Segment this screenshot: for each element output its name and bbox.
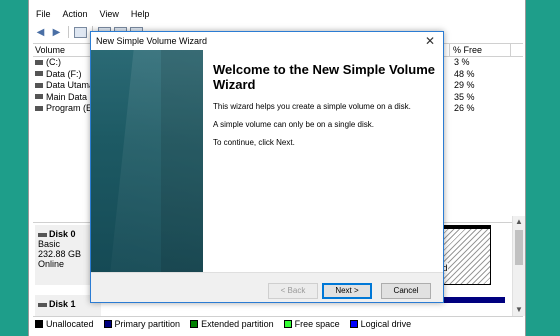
legend-label: Extended partition xyxy=(201,318,274,329)
disk-0-status: Online xyxy=(38,259,65,269)
wizard-content: Welcome to the New Simple Volume Wizard … xyxy=(213,62,435,156)
disk-0-name: Disk 0 xyxy=(38,229,98,239)
forward-arrow-icon[interactable]: ▶ xyxy=(50,26,63,38)
disk-1-name: Disk 1 xyxy=(38,299,98,309)
drive-icon xyxy=(35,105,43,111)
banner-decoration xyxy=(161,50,203,272)
legend-swatch xyxy=(35,319,43,328)
drive-icon xyxy=(35,71,43,77)
legend-label: Logical drive xyxy=(360,318,412,329)
wizard-text-3: To continue, click Next. xyxy=(213,138,295,147)
scroll-up-icon[interactable]: ▲ xyxy=(513,216,525,228)
legend-swatch xyxy=(190,319,199,328)
volume-free: 48 % xyxy=(454,68,475,79)
legend-item-free-space: Free space xyxy=(283,318,340,329)
disk-0-size: 232.88 GB xyxy=(38,249,82,259)
drive-icon xyxy=(35,94,43,100)
dialog-title: New Simple Volume Wizard xyxy=(96,36,208,46)
volume-free: 29 % xyxy=(454,80,475,90)
back-arrow-icon[interactable]: ◀ xyxy=(34,26,47,38)
volume-free: 26 % xyxy=(454,103,475,113)
volume-free: 35 % xyxy=(454,91,475,102)
legend-item-unallocated: Unallocated xyxy=(35,319,94,329)
menu-view[interactable]: View xyxy=(100,7,119,21)
legend-item-primary: Primary partition xyxy=(103,318,181,329)
legend-swatch xyxy=(283,319,292,328)
drive-icon xyxy=(35,59,43,65)
drive-icon xyxy=(35,82,43,88)
legend-item-extended: Extended partition xyxy=(190,319,274,329)
column-volume[interactable]: Volume xyxy=(33,44,95,56)
volume-free: 3 % xyxy=(454,57,470,67)
vertical-scrollbar[interactable]: ▲ ▼ xyxy=(512,216,525,316)
new-simple-volume-wizard-dialog: New Simple Volume Wizard ✕ Welcome to th… xyxy=(90,31,444,303)
cancel-button[interactable]: Cancel xyxy=(381,283,431,299)
next-button[interactable]: Next > xyxy=(322,283,372,299)
column-free-percent[interactable]: % Free xyxy=(449,44,511,57)
legend-item-logical: Logical drive xyxy=(349,318,412,329)
legend-label: Primary partition xyxy=(114,318,181,329)
legend: Unallocated Primary partition Extended p… xyxy=(33,316,523,330)
volume-name: Data (F:) xyxy=(46,68,82,79)
wizard-heading: Welcome to the New Simple Volume Wizard xyxy=(213,62,436,92)
legend-swatch xyxy=(103,319,112,328)
legend-label: Unallocated xyxy=(46,318,94,329)
dialog-button-area: < Back Next > Cancel xyxy=(91,272,443,302)
close-icon[interactable]: ✕ xyxy=(423,34,437,48)
legend-swatch xyxy=(349,319,358,328)
volume-name: Data Utama xyxy=(46,80,95,90)
legend-label: Free space xyxy=(294,318,340,329)
menu-help[interactable]: Help xyxy=(131,7,150,21)
menu-bar: File Action View Help xyxy=(29,7,149,21)
wizard-text-2: A simple volume can only be on a single … xyxy=(213,120,374,129)
console-tree-icon[interactable] xyxy=(74,26,87,38)
volume-name: (C:) xyxy=(46,57,61,67)
menu-action[interactable]: Action xyxy=(63,7,88,21)
wizard-banner-image xyxy=(91,50,203,272)
scroll-down-icon[interactable]: ▼ xyxy=(513,304,525,316)
menu-file[interactable]: File xyxy=(36,7,51,21)
scroll-thumb[interactable] xyxy=(515,230,523,265)
dialog-title-bar: New Simple Volume Wizard ✕ xyxy=(91,32,443,50)
toolbar-separator xyxy=(68,26,69,38)
wizard-text-1: This wizard helps you create a simple vo… xyxy=(213,102,411,111)
disk-0-type: Basic xyxy=(38,239,61,249)
back-button[interactable]: < Back xyxy=(268,283,318,299)
